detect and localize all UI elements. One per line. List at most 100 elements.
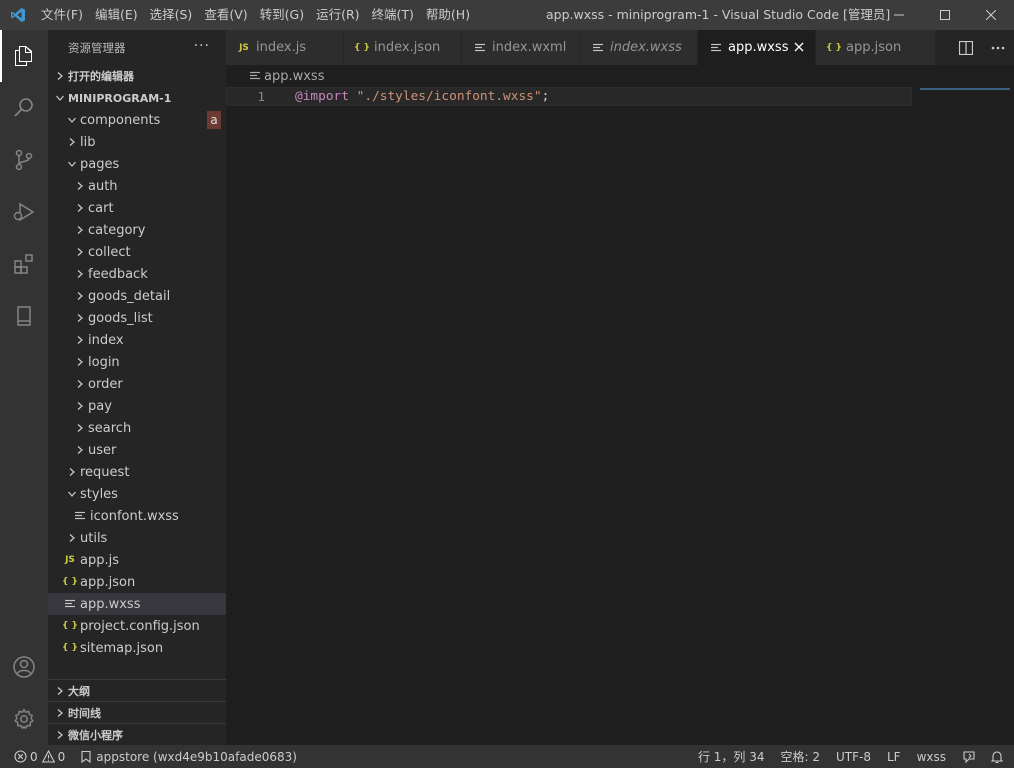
- tree-folder[interactable]: utils: [48, 527, 226, 549]
- maximize-button[interactable]: [922, 0, 968, 30]
- open-editors-section[interactable]: 打开的编辑器: [48, 65, 226, 87]
- notifications-button[interactable]: [984, 745, 1014, 768]
- tree-file[interactable]: { } sitemap.json: [48, 637, 226, 659]
- tree-file[interactable]: { } project.config.json: [48, 615, 226, 637]
- tree-item-label: auth: [88, 178, 118, 194]
- explorer-button[interactable]: [0, 30, 48, 82]
- problems-indicator[interactable]: 0 0: [0, 745, 70, 768]
- breadcrumb: app.wxss: [226, 65, 1014, 87]
- menu-item[interactable]: 文件(F): [35, 0, 89, 30]
- tree-folder[interactable]: collect: [48, 241, 226, 263]
- tree-folder[interactable]: request: [48, 461, 226, 483]
- tree-folder[interactable]: pay: [48, 395, 226, 417]
- chevron-right-icon: [72, 270, 88, 278]
- run-debug-button[interactable]: [0, 186, 48, 238]
- chevron-down-icon: [64, 116, 80, 124]
- tree-file[interactable]: JS app.js: [48, 549, 226, 571]
- menu-item[interactable]: 运行(R): [310, 0, 365, 30]
- explorer-title: 资源管理器: [68, 40, 126, 55]
- tree-folder[interactable]: auth: [48, 175, 226, 197]
- explorer-more-icon[interactable]: ···: [194, 38, 210, 54]
- sidebar-section-0[interactable]: 大纲: [48, 679, 226, 701]
- editor-tab[interactable]: index.wxss: [580, 30, 698, 65]
- code-editor[interactable]: 1 @import "./styles/iconfont.wxss";: [226, 87, 1014, 745]
- menu-item[interactable]: 编辑(E): [89, 0, 144, 30]
- chevron-right-icon: [52, 72, 68, 80]
- tree-folder[interactable]: pages: [48, 153, 226, 175]
- sidebar-section-2[interactable]: 微信小程序: [48, 723, 226, 745]
- close-tab-icon[interactable]: [791, 39, 807, 55]
- tree-file[interactable]: iconfont.wxss: [48, 505, 226, 527]
- language-mode[interactable]: wxss: [909, 745, 954, 768]
- wxss-file-icon: [62, 599, 78, 609]
- editor-tab[interactable]: JS index.js: [226, 30, 344, 65]
- editor-tab[interactable]: index.wxml: [462, 30, 580, 65]
- menu-item[interactable]: 终端(T): [366, 0, 420, 30]
- chevron-right-icon: [64, 468, 80, 476]
- split-editor-button[interactable]: [950, 30, 982, 65]
- tree-folder[interactable]: goods_detail: [48, 285, 226, 307]
- tree-folder[interactable]: goods_list: [48, 307, 226, 329]
- tab-label: app.wxss: [728, 40, 789, 55]
- tree-item-label: sitemap.json: [80, 640, 164, 656]
- source-control-button[interactable]: [0, 134, 48, 186]
- tree-item-label: project.config.json: [80, 618, 200, 634]
- code-keyword: @import: [295, 89, 349, 104]
- source-control-icon: [15, 149, 33, 171]
- sidebar-section-1[interactable]: 时间线: [48, 701, 226, 723]
- run-debug-icon: [13, 202, 35, 222]
- menu-item[interactable]: 选择(S): [144, 0, 199, 30]
- feedback-button[interactable]: [954, 745, 984, 768]
- manage-button[interactable]: [0, 693, 48, 745]
- search-view-button[interactable]: [0, 82, 48, 134]
- menu-item[interactable]: 查看(V): [198, 0, 253, 30]
- cursor-position[interactable]: 行 1，列 34: [690, 745, 773, 768]
- tree-item-label: lib: [80, 134, 96, 150]
- appstore-item[interactable]: appstore (wxd4e9b10afade0683): [76, 745, 302, 768]
- chevron-right-icon: [72, 424, 88, 432]
- tree-file[interactable]: app.wxss: [48, 593, 226, 615]
- breadcrumb-file[interactable]: app.wxss: [264, 69, 324, 84]
- project-section[interactable]: MINIPROGRAM-1: [48, 87, 226, 109]
- accounts-button[interactable]: [0, 641, 48, 693]
- tree-folder[interactable]: category: [48, 219, 226, 241]
- window-controls: [876, 0, 1014, 30]
- encoding[interactable]: UTF-8: [828, 745, 879, 768]
- more-actions-button[interactable]: [982, 30, 1014, 65]
- editor-tab[interactable]: app.wxss: [698, 30, 816, 65]
- tree-folder[interactable]: order: [48, 373, 226, 395]
- tree-item-label: app.wxss: [80, 596, 141, 612]
- extensions-button[interactable]: [0, 238, 48, 290]
- tree-folder[interactable]: search: [48, 417, 226, 439]
- tree-item-label: category: [88, 222, 146, 238]
- activity-bar-bottom: [0, 641, 48, 745]
- chevron-right-icon: [72, 402, 88, 410]
- chevron-down-icon: [64, 160, 80, 168]
- minimize-button[interactable]: [876, 0, 922, 30]
- account-icon: [13, 656, 35, 678]
- end-of-line[interactable]: LF: [879, 745, 909, 768]
- chevron-right-icon: [72, 182, 88, 190]
- tree-folder[interactable]: feedback: [48, 263, 226, 285]
- line-number: 1: [257, 89, 265, 104]
- close-window-button[interactable]: [968, 0, 1014, 30]
- menu-item[interactable]: 转到(G): [254, 0, 310, 30]
- indentation[interactable]: 空格: 2: [773, 745, 829, 768]
- tree-file[interactable]: { } app.json: [48, 571, 226, 593]
- tree-folder[interactable]: user: [48, 439, 226, 461]
- tree-folder[interactable]: login: [48, 351, 226, 373]
- tree-folder[interactable]: components a: [48, 109, 226, 131]
- tree-item-label: feedback: [88, 266, 148, 282]
- editor-tab[interactable]: { } app.json: [816, 30, 936, 65]
- code-line[interactable]: 1 @import "./styles/iconfont.wxss";: [226, 87, 912, 106]
- minimap[interactable]: [920, 87, 1014, 745]
- editor-tab[interactable]: { } index.json: [344, 30, 462, 65]
- menu-item[interactable]: 帮助(H): [420, 0, 476, 30]
- wechat-devtools-button[interactable]: [0, 290, 48, 342]
- tree-folder[interactable]: cart: [48, 197, 226, 219]
- tree-folder[interactable]: styles: [48, 483, 226, 505]
- tree-folder[interactable]: lib: [48, 131, 226, 153]
- code-text[interactable]: @import "./styles/iconfont.wxss";: [295, 89, 549, 104]
- tree-folder[interactable]: index: [48, 329, 226, 351]
- json-file-icon: { }: [354, 42, 370, 53]
